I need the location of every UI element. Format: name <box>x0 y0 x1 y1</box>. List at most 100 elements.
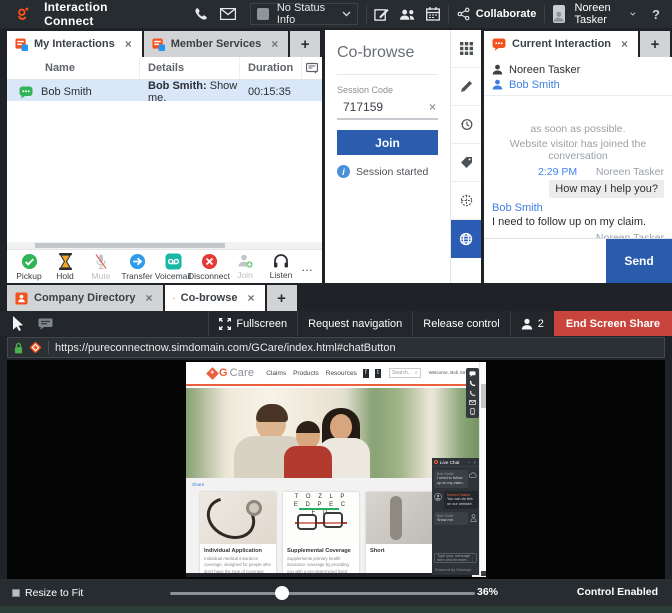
zoom-slider[interactable] <box>170 592 475 595</box>
fullscreen-button[interactable]: Fullscreen <box>208 311 297 336</box>
end-screen-share-button[interactable]: End Screen Share <box>554 311 672 336</box>
collaborate-label: Collaborate <box>476 8 537 20</box>
live-chat-input[interactable]: Type your message here and hit enter... … <box>434 553 477 563</box>
tab-company-directory[interactable]: Company Directory × <box>7 285 163 311</box>
my-status-dropdown[interactable]: No Status Info <box>250 3 358 25</box>
participant-visitor[interactable]: Bob Smith <box>492 77 664 92</box>
twitter-icon[interactable]: t <box>375 369 381 378</box>
widget-chat-icon[interactable] <box>469 371 476 377</box>
tag-button[interactable] <box>451 144 481 182</box>
widget-handset-icon[interactable] <box>469 380 476 387</box>
more-actions-button[interactable]: … <box>301 260 314 274</box>
interactions-icon <box>15 38 28 51</box>
card-supplemental-coverage[interactable]: T O Z L P E D P E C F D Supplemental Cov… <box>283 492 359 577</box>
nav-claims[interactable]: Claims <box>266 370 286 377</box>
tab-cobrowse[interactable]: Co-browse × <box>165 285 265 311</box>
calendar-icon[interactable] <box>426 7 440 21</box>
tab-current-interaction[interactable]: Current Interaction × <box>484 31 638 57</box>
viewers-indicator[interactable]: 2 <box>510 311 554 336</box>
agent-avatar-icon <box>434 493 442 501</box>
close-icon[interactable]: × <box>269 37 280 51</box>
close-icon[interactable]: × <box>473 460 477 465</box>
resize-to-fit-toggle[interactable]: Resize to Fit <box>12 579 83 606</box>
new-tab-button[interactable]: + <box>290 31 320 57</box>
hold-button[interactable]: Hold <box>47 253 83 281</box>
phone-icon[interactable] <box>193 7 208 22</box>
history-button[interactable] <box>451 106 481 144</box>
collaborate-button[interactable]: Collaborate <box>457 7 537 21</box>
sidebar-icon-strip <box>450 30 481 283</box>
chat-transcript[interactable]: as soon as possible. Website visitor has… <box>484 117 672 238</box>
apps-grid-button[interactable] <box>451 30 481 68</box>
scrollbar-thumb[interactable] <box>481 384 486 408</box>
tab-my-interactions[interactable]: My Interactions × <box>7 31 142 57</box>
kebab-icon[interactable]: ⋮ <box>470 556 474 561</box>
listen-button[interactable]: Listen <box>263 253 299 280</box>
fullscreen-icon <box>219 318 231 330</box>
request-navigation-button[interactable]: Request navigation <box>297 311 412 336</box>
session-code-value: 717159 <box>343 100 429 114</box>
annotate-button[interactable] <box>451 68 481 106</box>
column-name[interactable]: Name <box>7 57 140 79</box>
users-icon[interactable] <box>399 8 416 21</box>
facebook-icon[interactable]: f <box>363 369 369 378</box>
nav-products[interactable]: Products <box>293 370 319 377</box>
compose-icon[interactable] <box>374 7 389 22</box>
message-time: 2:29 PM <box>538 166 577 178</box>
share-link[interactable]: Share <box>192 482 204 487</box>
table-header: Name Details Duration <box>7 57 322 80</box>
card-short-term[interactable]: Short <box>366 492 442 577</box>
chat-tool-icon[interactable] <box>38 318 53 330</box>
eyechart-image: T O Z L P E D P E C F D <box>283 492 359 544</box>
close-icon[interactable]: × <box>143 291 154 305</box>
cursor-tool-icon[interactable] <box>12 316 24 331</box>
widget-email-icon[interactable] <box>469 400 476 405</box>
column-settings-icon[interactable] <box>302 57 322 79</box>
web-dotted-button[interactable] <box>451 182 481 220</box>
column-details[interactable]: Details <box>140 57 240 79</box>
nav-resources[interactable]: Resources <box>326 370 357 377</box>
chat-input[interactable] <box>484 239 606 283</box>
site-footer <box>186 573 472 577</box>
column-duration[interactable]: Duration <box>240 57 302 79</box>
widget-mobile-icon[interactable] <box>470 408 475 415</box>
new-tab-button[interactable]: + <box>640 31 670 57</box>
divider <box>544 5 545 23</box>
widget-phone-icon[interactable] <box>469 390 476 397</box>
card-individual-application[interactable]: Individual Application Individual medica… <box>200 492 276 577</box>
message-meta: 2:29 PM Noreen Tasker <box>492 166 664 178</box>
pickup-button[interactable]: Pickup <box>11 253 47 281</box>
disconnect-button[interactable]: Disconnect <box>191 253 227 281</box>
close-icon[interactable]: × <box>619 37 630 51</box>
send-button[interactable]: Send <box>606 239 672 283</box>
help-button[interactable]: ? <box>652 7 660 22</box>
cobrowse-globe-button[interactable] <box>451 220 481 258</box>
email-icon[interactable] <box>220 8 236 20</box>
interaction-details-sender: Bob Smith: <box>148 80 207 92</box>
url-bar[interactable]: https://pureconnectnow.simdomain.com/GCa… <box>7 337 665 358</box>
session-code-input[interactable]: 717159 × <box>337 97 438 120</box>
screen-share-tabbar: Company Directory × Co-browse × + <box>7 285 672 311</box>
participant-agent[interactable]: Noreen Tasker <box>492 62 664 77</box>
clear-icon[interactable]: × <box>429 100 436 114</box>
close-icon[interactable]: × <box>123 37 134 51</box>
release-control-button[interactable]: Release control <box>412 311 509 336</box>
horizontal-scrollbar[interactable] <box>7 242 322 249</box>
site-scrollbar[interactable] <box>479 362 486 577</box>
voicemail-button[interactable]: Voicemail <box>155 253 191 281</box>
scrollbar-thumb[interactable] <box>35 243 225 248</box>
shared-screen-viewport[interactable]: + GCare Claims Products Resources f t Se… <box>7 360 665 579</box>
zoom-slider-thumb[interactable] <box>275 586 289 600</box>
join-session-button[interactable]: Join <box>337 130 438 155</box>
gcare-logo: + GCare <box>208 367 254 379</box>
tab-member-services[interactable]: Member Services × <box>144 31 289 57</box>
transfer-button[interactable]: Transfer <box>119 253 155 281</box>
close-icon[interactable]: × <box>245 291 256 305</box>
new-tab-button[interactable]: + <box>267 285 297 311</box>
tab-label: Co-browse <box>181 292 238 304</box>
minimize-icon[interactable]: – <box>468 460 471 465</box>
interaction-row[interactable]: Bob Smith Bob Smith: Show me. 00:15:35 <box>7 80 322 101</box>
user-menu[interactable]: Noreen Tasker <box>553 2 636 26</box>
control-status: Control Enabled <box>577 586 658 598</box>
site-search-input[interactable]: Search...⌕ <box>389 368 421 378</box>
